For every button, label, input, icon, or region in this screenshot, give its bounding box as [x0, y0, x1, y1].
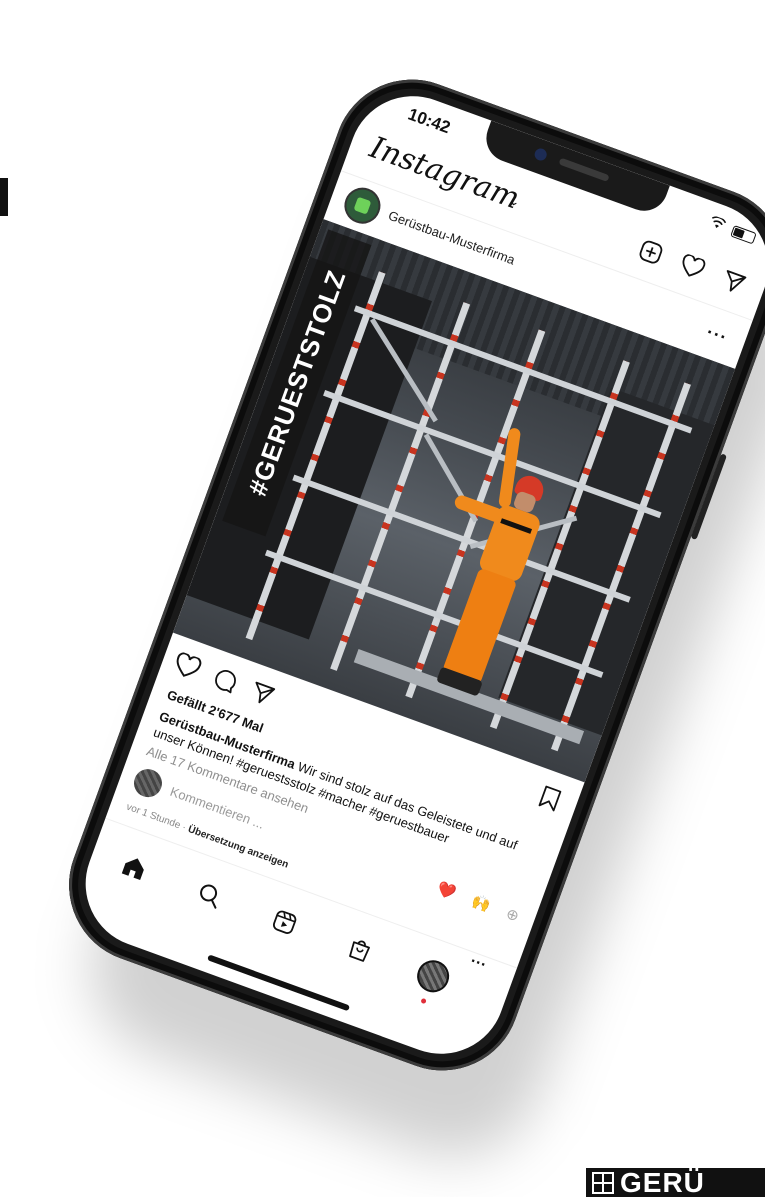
share-paper-plane-icon[interactable] — [243, 675, 281, 713]
phone-mockup: 10:42 Instagram ⌄ Gerüstbau-Musterfirma … — [47, 57, 765, 1093]
reaction-heart[interactable]: ❤️ — [435, 879, 459, 902]
earpiece-speaker — [558, 157, 610, 182]
profile-avatar-icon — [412, 955, 454, 997]
status-time: 10:42 — [405, 104, 453, 138]
home-icon[interactable] — [111, 844, 157, 890]
front-camera — [532, 146, 549, 163]
heart-icon[interactable] — [673, 248, 711, 286]
viewer-avatar — [130, 765, 166, 802]
notification-dot — [420, 997, 427, 1005]
wifi-icon — [707, 214, 728, 235]
paper-plane-icon[interactable] — [714, 263, 752, 301]
bookmark-icon[interactable] — [531, 779, 569, 817]
brand-mark-icon — [592, 1172, 614, 1194]
post-author-avatar[interactable] — [339, 182, 386, 229]
phone-screen: 10:42 Instagram ⌄ Gerüstbau-Musterfirma … — [67, 78, 765, 1072]
brand-logo: GERÜ — [586, 1168, 765, 1197]
shopping-bag-icon[interactable] — [337, 927, 383, 973]
left-edge-bar — [0, 178, 8, 216]
battery-icon — [730, 224, 757, 245]
add-reaction-icon[interactable]: ⊕ — [504, 904, 522, 925]
more-horizontal-icon[interactable]: ··· — [467, 953, 489, 975]
quick-reactions: ❤️ 🙌 ⊕ — [435, 879, 522, 925]
search-icon[interactable] — [186, 872, 232, 918]
plus-square-icon[interactable] — [632, 233, 670, 271]
brand-logo-text: GERÜ — [620, 1168, 705, 1197]
profile-nav[interactable] — [410, 953, 456, 999]
comment-icon[interactable] — [206, 661, 244, 699]
more-horizontal-icon[interactable]: ··· — [704, 322, 731, 349]
like-heart-icon[interactable] — [168, 647, 206, 685]
reels-icon[interactable] — [262, 899, 308, 945]
reaction-raised-hands[interactable]: 🙌 — [469, 892, 493, 915]
